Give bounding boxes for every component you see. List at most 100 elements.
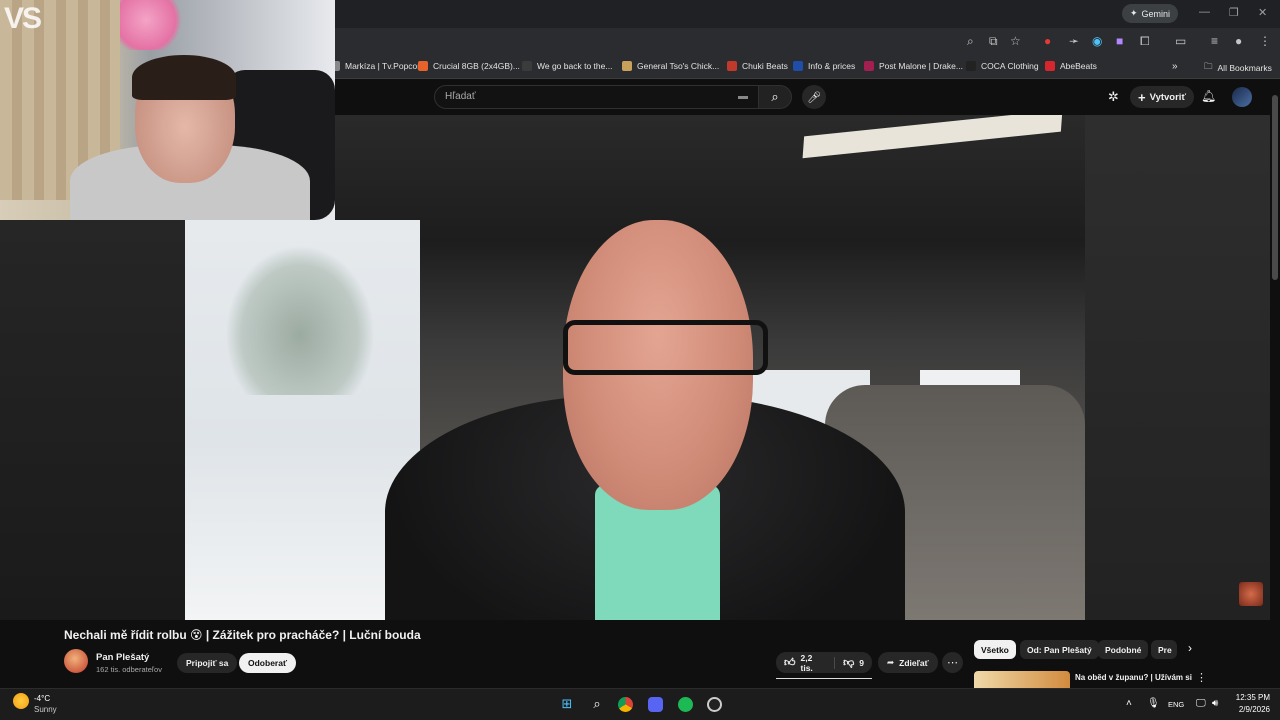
- create-button[interactable]: + Vytvoriť: [1130, 86, 1194, 108]
- dislike-count: 9: [859, 657, 864, 668]
- side-panel-icon[interactable]: ▭: [1175, 34, 1186, 48]
- tray-chevron-up-icon[interactable]: ˄: [1126, 698, 1132, 709]
- subscribe-button[interactable]: Odoberať: [239, 653, 297, 673]
- search-button[interactable]: ⌕: [758, 85, 792, 109]
- channel-avatar[interactable]: [64, 649, 88, 673]
- chip-related[interactable]: Podobné: [1098, 640, 1149, 659]
- windows-taskbar: [0, 688, 1280, 720]
- streamer-webcam-overlay: VS: [0, 0, 335, 220]
- bookmark-item[interactable]: Info & prices: [793, 61, 855, 71]
- account-avatar[interactable]: [1232, 87, 1252, 107]
- bookmark-label: Markíza | Tv.Popcor...: [345, 61, 427, 71]
- close-icon[interactable]: ✕: [1258, 6, 1267, 19]
- video-ceiling-sticker: [802, 115, 1063, 159]
- extensions-puzzle-icon[interactable]: ⧠: [1140, 34, 1150, 49]
- mic-icon: 🎤︎: [807, 91, 821, 104]
- obs-icon[interactable]: [704, 694, 724, 714]
- tray-language[interactable]: ENG: [1168, 700, 1184, 709]
- weather-sun-icon[interactable]: [13, 693, 29, 709]
- scrollbar-thumb[interactable]: [1272, 95, 1278, 280]
- recommendation-thumbnail[interactable]: [974, 671, 1070, 688]
- share-label: Zdieľať: [899, 657, 929, 668]
- video-person-glasses: [563, 320, 768, 375]
- share-button[interactable]: ➦ Zdieľať: [878, 652, 938, 673]
- bookmark-favicon-icon: [522, 61, 532, 71]
- channel-subscriber-count: 162 tis. odberateľov: [96, 665, 162, 674]
- bookmark-item[interactable]: Crucial 8GB (2x4GB)...: [418, 61, 520, 71]
- floating-avatar[interactable]: [1239, 582, 1263, 606]
- plus-icon: +: [1138, 89, 1146, 105]
- bookmark-label: Crucial 8GB (2x4GB)...: [433, 61, 520, 71]
- voice-search-button[interactable]: 🎤︎: [802, 85, 826, 109]
- sparkle-icon: ✦: [1130, 8, 1138, 18]
- notifications-bell-icon[interactable]: 🔔︎: [1201, 89, 1216, 103]
- bookmark-label: Post Malone | Drake...: [879, 61, 963, 71]
- reading-list-icon[interactable]: ≡: [1211, 34, 1218, 48]
- gemini-sparkle-icon[interactable]: ✲: [1108, 89, 1119, 105]
- zoom-icon[interactable]: ⌕: [967, 34, 974, 49]
- bookmark-label: AbeBeats: [1060, 61, 1097, 71]
- channel-name[interactable]: Pan Plešatý: [96, 652, 149, 663]
- discord-icon[interactable]: [645, 694, 665, 714]
- chip-all[interactable]: Všetko: [974, 640, 1016, 659]
- video-snowy-trees: [225, 245, 375, 395]
- bookmark-item[interactable]: Markíza | Tv.Popcor...: [330, 61, 427, 71]
- install-icon[interactable]: ⧉: [989, 34, 998, 49]
- bookmark-label: General Tso's Chick...: [637, 61, 720, 71]
- search-input[interactable]: Hľadať ▬: [434, 85, 759, 109]
- like-dislike-group: 👍︎ 2,2 tis. 👎︎ 9: [776, 652, 872, 673]
- like-button[interactable]: 👍︎ 2,2 tis.: [776, 652, 834, 673]
- bookmark-favicon-icon: [622, 61, 632, 71]
- gemini-label: Gemini: [1141, 8, 1171, 19]
- extension-wave-icon[interactable]: ◉: [1092, 34, 1102, 48]
- bookmark-item[interactable]: Chuki Beats: [727, 61, 788, 71]
- restore-icon[interactable]: ❐: [1229, 6, 1239, 19]
- tray-date[interactable]: 2/9/2026: [1226, 705, 1270, 714]
- chevron-right-icon[interactable]: ›: [1188, 641, 1192, 655]
- tray-mic-icon[interactable]: 🎙︎: [1147, 698, 1160, 709]
- tray-time[interactable]: 12:35 PM: [1234, 693, 1270, 702]
- weather-temperature[interactable]: -4°C: [34, 694, 50, 703]
- taskbar-search-icon[interactable]: ⌕: [587, 694, 607, 714]
- tray-network-icon[interactable]: 🖵: [1196, 698, 1206, 709]
- extension-red-icon[interactable]: ●: [1044, 34, 1051, 48]
- menu-kebab-icon[interactable]: ⋮: [1259, 34, 1271, 48]
- more-bookmarks-icon[interactable]: »: [1172, 61, 1178, 72]
- bookmark-favicon-icon: [727, 61, 737, 71]
- extension-purple-icon[interactable]: ■: [1116, 34, 1123, 48]
- extension-arrow-icon[interactable]: ➛: [1069, 34, 1079, 48]
- webcam-plush-toy: [120, 0, 185, 50]
- keyboard-icon[interactable]: ▬: [738, 91, 748, 102]
- gemini-button[interactable]: ✦ Gemini: [1122, 4, 1179, 23]
- dislike-button[interactable]: 👎︎ 9: [835, 652, 872, 673]
- join-button[interactable]: Pripojiť sa: [177, 653, 238, 673]
- webcam-logo: VS: [4, 2, 42, 35]
- star-icon[interactable]: ☆: [1010, 34, 1021, 48]
- bookmark-item[interactable]: General Tso's Chick...: [622, 61, 719, 71]
- chip-from-channel[interactable]: Od: Pan Plešatý: [1020, 640, 1099, 659]
- bookmark-item[interactable]: Post Malone | Drake...: [864, 61, 963, 71]
- bookmark-favicon-icon: [864, 61, 874, 71]
- recommendation-more-icon[interactable]: ⋮: [1196, 671, 1207, 684]
- webcam-person-hair: [132, 55, 236, 100]
- tray-volume-icon[interactable]: 🔊︎: [1212, 698, 1218, 709]
- like-count: 2,2 tis.: [800, 652, 813, 673]
- recommendation-title[interactable]: Na obĕd v županu? | Užívám si: [1075, 672, 1195, 689]
- spotify-icon[interactable]: [675, 694, 695, 714]
- bookmark-item[interactable]: AbeBeats: [1045, 61, 1097, 71]
- bookmark-item[interactable]: We go back to the...: [522, 61, 612, 71]
- weather-description[interactable]: Sunny: [34, 705, 57, 714]
- bookmark-favicon-icon: [793, 61, 803, 71]
- chrome-icon[interactable]: [615, 694, 635, 714]
- minimize-icon[interactable]: —: [1199, 6, 1210, 18]
- right-ambient-pane: [1085, 115, 1270, 620]
- profile-avatar-icon[interactable]: ●: [1235, 34, 1242, 48]
- bookmark-label: We go back to the...: [537, 61, 613, 71]
- more-actions-button[interactable]: ⋯: [942, 652, 963, 673]
- chip-for-you[interactable]: Pre: [1151, 640, 1177, 659]
- windows-start-icon[interactable]: ⊞: [557, 694, 577, 714]
- create-label: Vytvoriť: [1149, 91, 1186, 103]
- all-bookmarks-folder[interactable]: 🗀 All Bookmarks: [1204, 61, 1272, 75]
- bookmark-item[interactable]: COCA Clothing: [966, 61, 1039, 71]
- folder-icon: 🗀: [1204, 61, 1213, 71]
